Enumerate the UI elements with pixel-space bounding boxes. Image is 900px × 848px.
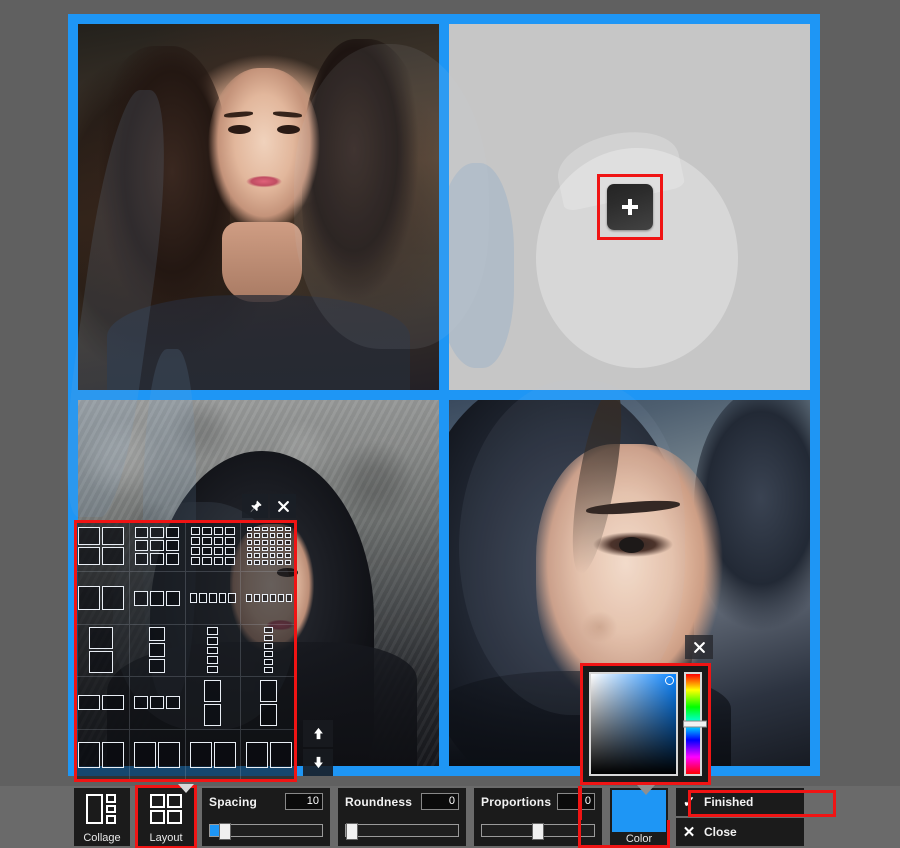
color-picker-pointer xyxy=(636,785,655,795)
scroll-down-button[interactable] xyxy=(303,749,333,776)
layout-panel-highlight xyxy=(74,520,297,782)
bottom-toolbar[interactable]: Collage Layout Spacing 10 Roundness 0 Pr… xyxy=(0,785,900,848)
close-icon[interactable] xyxy=(270,494,296,518)
photo-detail xyxy=(106,294,411,390)
finished-label: Finished xyxy=(704,795,754,809)
plus-icon xyxy=(621,198,639,216)
layout-picker-panel[interactable] xyxy=(74,494,333,793)
tool-layout-label: Layout xyxy=(149,832,183,844)
tool-layout[interactable]: Layout xyxy=(135,785,197,848)
close-label: Close xyxy=(704,825,737,839)
slider-spacing[interactable]: Spacing 10 xyxy=(202,788,330,846)
slider-roundness-track[interactable] xyxy=(345,823,459,840)
add-photo-button[interactable] xyxy=(606,184,653,230)
slider-proportions-track[interactable] xyxy=(481,823,595,840)
collage-icon xyxy=(86,794,118,824)
slider-spacing-label: Spacing xyxy=(209,794,258,809)
color-picker-popup[interactable] xyxy=(580,635,713,795)
slider-proportions[interactable]: Proportions 0 xyxy=(474,788,602,846)
slider-roundness-header: Roundness 0 xyxy=(345,793,459,810)
color-swatch-button[interactable]: Color xyxy=(610,788,668,846)
photo-detail xyxy=(571,604,623,649)
slider-spacing-value[interactable]: 10 xyxy=(285,793,323,810)
finished-button[interactable]: ✓ Finished xyxy=(676,788,804,816)
slider-roundness[interactable]: Roundness 0 xyxy=(338,788,466,846)
slider-spacing-track[interactable] xyxy=(209,823,323,840)
layout-panel-pointer xyxy=(177,784,194,793)
close-icon[interactable] xyxy=(685,635,713,659)
color-picker-highlight xyxy=(580,663,711,785)
collage-cell-2-empty[interactable] xyxy=(449,24,810,390)
slider-roundness-value[interactable]: 0 xyxy=(421,793,459,810)
layout-grid-icon xyxy=(150,794,182,824)
pin-icon[interactable] xyxy=(242,494,268,518)
watermark-shape xyxy=(449,163,514,369)
layout-panel-titlebar xyxy=(242,494,297,518)
photo-detail xyxy=(301,38,432,332)
close-button[interactable]: ✕ Close xyxy=(676,818,804,846)
add-photo-highlight xyxy=(596,174,663,240)
photo-detail xyxy=(276,124,300,135)
tool-collage-label: Collage xyxy=(83,832,121,844)
tool-collage[interactable]: Collage xyxy=(74,788,130,846)
slider-roundness-label: Roundness xyxy=(345,794,413,809)
photo-detail xyxy=(207,67,320,237)
check-icon: ✓ xyxy=(682,793,696,811)
slider-proportions-header: Proportions 0 xyxy=(481,793,595,810)
layout-scroll-buttons[interactable] xyxy=(303,720,333,776)
slider-proportions-value[interactable]: 0 xyxy=(557,793,595,810)
photo-detail xyxy=(222,221,302,303)
color-label: Color xyxy=(625,833,653,845)
slider-spacing-header: Spacing 10 xyxy=(209,793,323,810)
close-icon: ✕ xyxy=(682,823,696,841)
toolbar-actions: ✓ Finished ✕ Close xyxy=(676,788,804,846)
slider-proportions-label: Proportions xyxy=(481,794,552,809)
collage-cell-1[interactable] xyxy=(78,24,439,390)
photo-detail xyxy=(618,536,644,553)
color-swatch xyxy=(612,790,666,832)
scroll-up-button[interactable] xyxy=(303,720,333,747)
